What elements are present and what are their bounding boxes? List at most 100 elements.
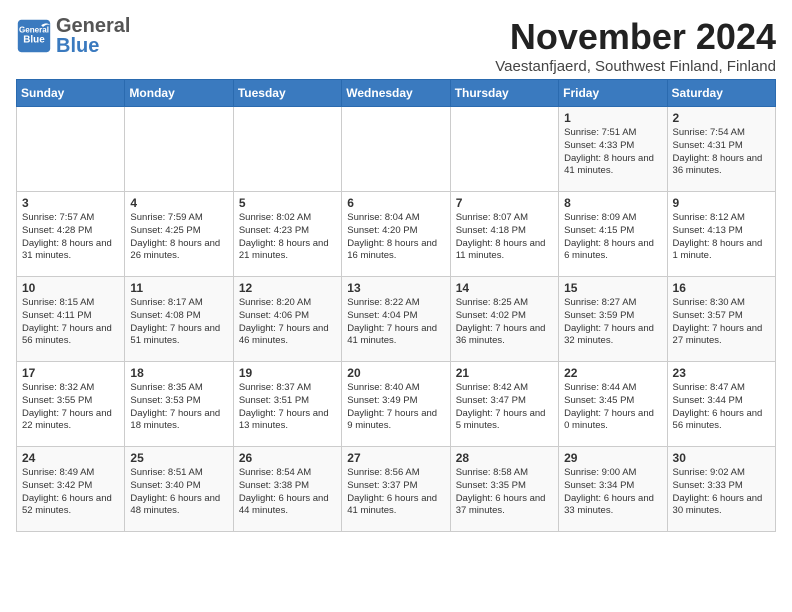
day-number: 20 <box>347 366 444 380</box>
weekday-header-saturday: Saturday <box>667 80 775 107</box>
day-number: 6 <box>347 196 444 210</box>
weekday-header-sunday: Sunday <box>17 80 125 107</box>
day-number: 11 <box>130 281 227 295</box>
day-info: Sunrise: 7:54 AM Sunset: 4:31 PM Dayligh… <box>673 127 770 178</box>
day-number: 7 <box>456 196 553 210</box>
calendar-cell <box>342 107 450 192</box>
day-info: Sunrise: 8:58 AM Sunset: 3:35 PM Dayligh… <box>456 467 553 518</box>
calendar-cell: 8 Sunrise: 8:09 AM Sunset: 4:15 PM Daylig… <box>559 192 667 277</box>
day-number: 26 <box>239 451 336 465</box>
calendar-cell <box>17 107 125 192</box>
calendar-cell: 26 Sunrise: 8:54 AM Sunset: 3:38 PM Dayli… <box>233 447 341 532</box>
day-number: 17 <box>22 366 119 380</box>
day-info: Sunrise: 8:17 AM Sunset: 4:08 PM Dayligh… <box>130 297 227 348</box>
day-number: 24 <box>22 451 119 465</box>
calendar-cell: 5Sunrise: 8:02 AM Sunset: 4:23 PM Daylig… <box>233 192 341 277</box>
day-info: Sunrise: 8:04 AM Sunset: 4:20 PM Dayligh… <box>347 212 444 263</box>
calendar-cell: 3 Sunrise: 7:57 AM Sunset: 4:28 PM Daylig… <box>17 192 125 277</box>
day-number: 21 <box>456 366 553 380</box>
day-info: Sunrise: 8:54 AM Sunset: 3:38 PM Dayligh… <box>239 467 336 518</box>
location-subtitle: Vaestanfjaerd, Southwest Finland, Finlan… <box>495 58 776 75</box>
day-number: 29 <box>564 451 661 465</box>
day-info: Sunrise: 9:02 AM Sunset: 3:33 PM Dayligh… <box>673 467 770 518</box>
calendar-cell: 10Sunrise: 8:15 AM Sunset: 4:11 PM Dayli… <box>17 277 125 362</box>
calendar-cell: 21 Sunrise: 8:42 AM Sunset: 3:47 PM Dayli… <box>450 362 558 447</box>
calendar-cell: 17Sunrise: 8:32 AM Sunset: 3:55 PM Dayli… <box>17 362 125 447</box>
calendar-cell: 19 Sunrise: 8:37 AM Sunset: 3:51 PM Dayli… <box>233 362 341 447</box>
calendar-cell: 22 Sunrise: 8:44 AM Sunset: 3:45 PM Dayli… <box>559 362 667 447</box>
day-number: 22 <box>564 366 661 380</box>
calendar-cell: 28 Sunrise: 8:58 AM Sunset: 3:35 PM Dayli… <box>450 447 558 532</box>
weekday-header-thursday: Thursday <box>450 80 558 107</box>
day-info: Sunrise: 8:20 AM Sunset: 4:06 PM Dayligh… <box>239 297 336 348</box>
header: General Blue General Blue November 2024 … <box>16 16 776 75</box>
calendar-cell: 23Sunrise: 8:47 AM Sunset: 3:44 PM Dayli… <box>667 362 775 447</box>
svg-text:General: General <box>19 25 49 34</box>
day-number: 4 <box>130 196 227 210</box>
day-number: 28 <box>456 451 553 465</box>
calendar-cell: 4 Sunrise: 7:59 AM Sunset: 4:25 PM Daylig… <box>125 192 233 277</box>
day-number: 8 <box>564 196 661 210</box>
day-info: Sunrise: 8:09 AM Sunset: 4:15 PM Dayligh… <box>564 212 661 263</box>
calendar-cell: 30 Sunrise: 9:02 AM Sunset: 3:33 PM Dayli… <box>667 447 775 532</box>
weekday-header-row: SundayMondayTuesdayWednesdayThursdayFrid… <box>17 80 776 107</box>
weekday-header-wednesday: Wednesday <box>342 80 450 107</box>
logo-text: General Blue <box>56 16 130 56</box>
day-info: Sunrise: 7:51 AM Sunset: 4:33 PM Dayligh… <box>564 127 661 178</box>
day-info: Sunrise: 8:42 AM Sunset: 3:47 PM Dayligh… <box>456 382 553 433</box>
calendar-table: SundayMondayTuesdayWednesdayThursdayFrid… <box>16 79 776 532</box>
week-row-3: 17Sunrise: 8:32 AM Sunset: 3:55 PM Dayli… <box>17 362 776 447</box>
day-number: 30 <box>673 451 770 465</box>
day-info: Sunrise: 7:57 AM Sunset: 4:28 PM Dayligh… <box>22 212 119 263</box>
weekday-header-friday: Friday <box>559 80 667 107</box>
day-info: Sunrise: 8:40 AM Sunset: 3:49 PM Dayligh… <box>347 382 444 433</box>
calendar-cell: 16 Sunrise: 8:30 AM Sunset: 3:57 PM Dayli… <box>667 277 775 362</box>
day-number: 1 <box>564 111 661 125</box>
title-block: November 2024 Vaestanfjaerd, Southwest F… <box>495 16 776 75</box>
week-row-0: 1 Sunrise: 7:51 AM Sunset: 4:33 PM Daylig… <box>17 107 776 192</box>
day-number: 14 <box>456 281 553 295</box>
day-info: Sunrise: 8:44 AM Sunset: 3:45 PM Dayligh… <box>564 382 661 433</box>
day-number: 9 <box>673 196 770 210</box>
calendar-cell: 14 Sunrise: 8:25 AM Sunset: 4:02 PM Dayli… <box>450 277 558 362</box>
logo-icon: General Blue <box>16 18 52 54</box>
calendar-cell: 2 Sunrise: 7:54 AM Sunset: 4:31 PM Daylig… <box>667 107 775 192</box>
calendar-cell: 1 Sunrise: 7:51 AM Sunset: 4:33 PM Daylig… <box>559 107 667 192</box>
calendar-cell: 7Sunrise: 8:07 AM Sunset: 4:18 PM Daylig… <box>450 192 558 277</box>
calendar-cell: 24 Sunrise: 8:49 AM Sunset: 3:42 PM Dayli… <box>17 447 125 532</box>
month-title: November 2024 <box>495 16 776 58</box>
calendar-cell: 11 Sunrise: 8:17 AM Sunset: 4:08 PM Dayli… <box>125 277 233 362</box>
day-number: 13 <box>347 281 444 295</box>
logo: General Blue General Blue <box>16 16 130 56</box>
day-info: Sunrise: 8:49 AM Sunset: 3:42 PM Dayligh… <box>22 467 119 518</box>
day-number: 2 <box>673 111 770 125</box>
day-info: Sunrise: 7:59 AM Sunset: 4:25 PM Dayligh… <box>130 212 227 263</box>
day-info: Sunrise: 8:12 AM Sunset: 4:13 PM Dayligh… <box>673 212 770 263</box>
day-number: 19 <box>239 366 336 380</box>
calendar-cell: 15 Sunrise: 8:27 AM Sunset: 3:59 PM Dayli… <box>559 277 667 362</box>
calendar-cell: 27Sunrise: 8:56 AM Sunset: 3:37 PM Dayli… <box>342 447 450 532</box>
calendar-body: 1 Sunrise: 7:51 AM Sunset: 4:33 PM Daylig… <box>17 107 776 532</box>
day-info: Sunrise: 8:25 AM Sunset: 4:02 PM Dayligh… <box>456 297 553 348</box>
day-info: Sunrise: 8:15 AM Sunset: 4:11 PM Dayligh… <box>22 297 119 348</box>
day-number: 25 <box>130 451 227 465</box>
calendar-cell: 29 Sunrise: 9:00 AM Sunset: 3:34 PM Dayli… <box>559 447 667 532</box>
day-number: 5 <box>239 196 336 210</box>
day-info: Sunrise: 8:27 AM Sunset: 3:59 PM Dayligh… <box>564 297 661 348</box>
calendar-cell <box>125 107 233 192</box>
calendar-cell: 6 Sunrise: 8:04 AM Sunset: 4:20 PM Daylig… <box>342 192 450 277</box>
day-info: Sunrise: 8:35 AM Sunset: 3:53 PM Dayligh… <box>130 382 227 433</box>
weekday-header-tuesday: Tuesday <box>233 80 341 107</box>
calendar-cell: 12Sunrise: 8:20 AM Sunset: 4:06 PM Dayli… <box>233 277 341 362</box>
day-info: Sunrise: 8:51 AM Sunset: 3:40 PM Dayligh… <box>130 467 227 518</box>
day-info: Sunrise: 9:00 AM Sunset: 3:34 PM Dayligh… <box>564 467 661 518</box>
calendar-cell <box>450 107 558 192</box>
calendar-cell: 18Sunrise: 8:35 AM Sunset: 3:53 PM Dayli… <box>125 362 233 447</box>
day-info: Sunrise: 8:47 AM Sunset: 3:44 PM Dayligh… <box>673 382 770 433</box>
day-number: 16 <box>673 281 770 295</box>
day-info: Sunrise: 8:37 AM Sunset: 3:51 PM Dayligh… <box>239 382 336 433</box>
day-number: 15 <box>564 281 661 295</box>
week-row-2: 10Sunrise: 8:15 AM Sunset: 4:11 PM Dayli… <box>17 277 776 362</box>
day-info: Sunrise: 8:30 AM Sunset: 3:57 PM Dayligh… <box>673 297 770 348</box>
day-number: 3 <box>22 196 119 210</box>
